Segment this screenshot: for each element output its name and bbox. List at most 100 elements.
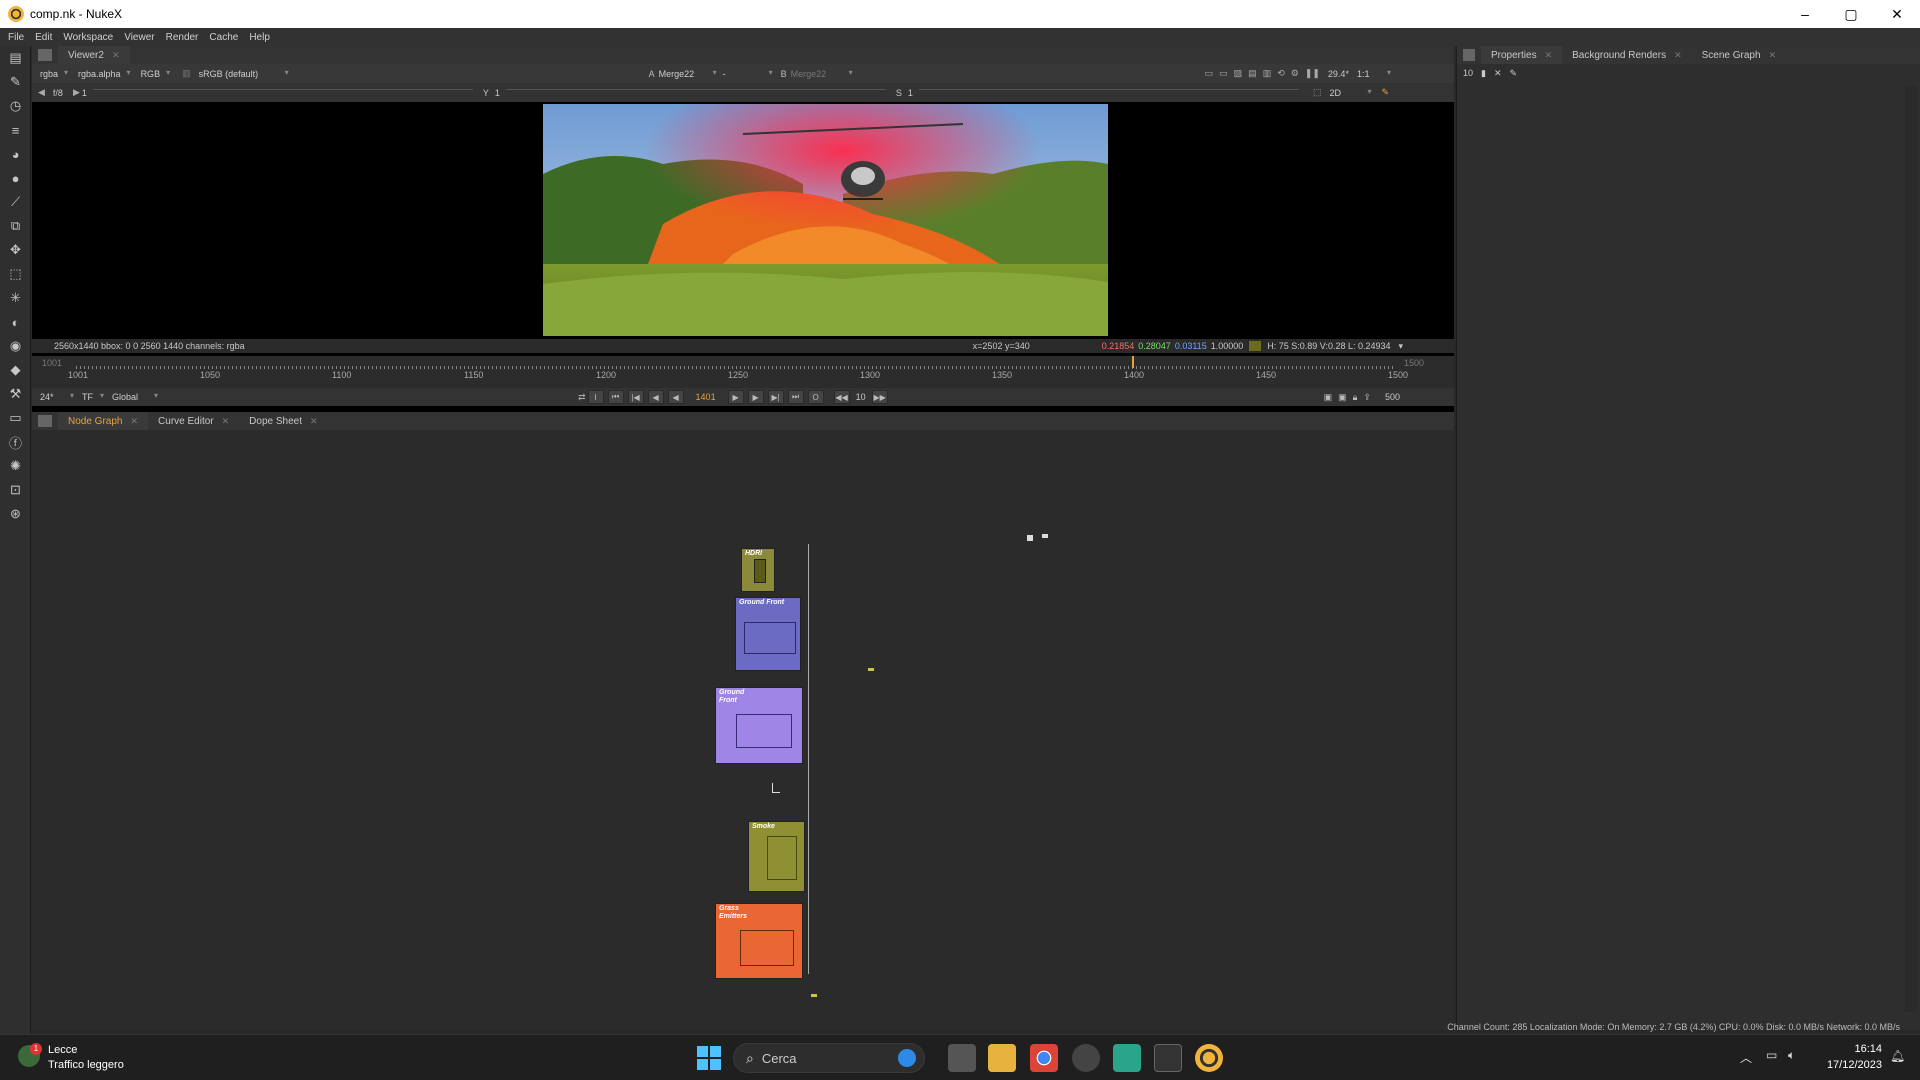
gizmos-icon[interactable]: ⊛ xyxy=(0,502,31,526)
properties-scrollbar[interactable] xyxy=(1905,86,1917,1012)
lock-icon[interactable]: ▮ xyxy=(1481,68,1486,79)
bing-icon[interactable] xyxy=(898,1049,916,1067)
ocula-nodes-icon[interactable]: ✺ xyxy=(0,454,31,478)
clear-panels-icon[interactable]: ✕ xyxy=(1494,68,1502,79)
dot-node[interactable] xyxy=(772,783,780,793)
weather-status[interactable]: Traffico leggero xyxy=(48,1059,124,1071)
current-frame-field[interactable]: 1401 xyxy=(696,392,716,402)
flipbook-icon[interactable]: ▣ xyxy=(1324,392,1333,403)
frame-arrow-icon[interactable]: ▶ xyxy=(73,87,80,98)
m-app-icon[interactable] xyxy=(1113,1044,1141,1072)
play-forward-button[interactable]: ▶ xyxy=(727,390,744,404)
network-icon[interactable]: ▭ xyxy=(1766,1048,1777,1062)
info-menu-icon[interactable]: ▾ xyxy=(1399,341,1404,352)
tab-node-graph[interactable]: Node Graph ✕ xyxy=(58,412,149,430)
tf-dropdown[interactable]: TF xyxy=(82,391,104,402)
node-grass-emitters[interactable]: Grass Emitters xyxy=(715,903,803,979)
compare-mode-dropdown[interactable]: - xyxy=(723,68,773,79)
tab-curve-editor[interactable]: Curve Editor ✕ xyxy=(148,412,239,430)
view-mode-dropdown[interactable]: 2D xyxy=(1329,87,1371,98)
draw-nodes-icon[interactable]: ✎ xyxy=(0,70,31,94)
lut-icon[interactable]: ▥ xyxy=(182,68,191,79)
next-key-button[interactable]: ▶| xyxy=(767,390,784,404)
lock-icon[interactable]: 🔒︎ xyxy=(1353,392,1358,403)
windows-start-icon[interactable] xyxy=(697,1046,721,1070)
export-icon[interactable]: ⇪ xyxy=(1363,392,1371,403)
saturation-slider[interactable] xyxy=(918,88,1299,97)
gamma-field[interactable]: 1 xyxy=(495,88,500,98)
menu-viewer[interactable]: Viewer xyxy=(124,32,154,43)
playhead[interactable] xyxy=(1132,356,1134,368)
input-b-dropdown[interactable]: Merge22 xyxy=(791,68,853,79)
menu-edit[interactable]: Edit xyxy=(35,32,52,43)
cache-icon[interactable]: ▣ xyxy=(1338,392,1347,403)
furnace-nodes-icon[interactable]: ⓕ xyxy=(0,430,31,454)
fps-dropdown[interactable]: 24* xyxy=(40,391,74,402)
overlay-icon[interactable]: ▨ xyxy=(1234,68,1243,79)
filter-nodes-icon[interactable]: ● xyxy=(0,166,31,190)
nuke-taskbar-icon[interactable] xyxy=(1195,1044,1223,1072)
clock-time[interactable]: 16:14 xyxy=(1838,1043,1882,1055)
timeline[interactable]: 1001 1500 1001 1050 1100 1150 1200 1250 … xyxy=(32,356,1454,388)
tab-properties[interactable]: Properties ✕ xyxy=(1481,46,1563,64)
refresh-icon[interactable]: ⟲ xyxy=(1277,68,1285,79)
dot-node[interactable] xyxy=(811,994,817,997)
deep-nodes-icon[interactable]: ◐ xyxy=(0,310,31,334)
views-nodes-icon[interactable]: ◉ xyxy=(0,334,31,358)
other-nodes-icon[interactable]: ▭ xyxy=(0,406,31,430)
close-tab-icon[interactable]: ✕ xyxy=(310,416,318,426)
alpha-dropdown[interactable]: rgba.alpha xyxy=(78,68,131,79)
channel-nodes-icon[interactable]: ≡ xyxy=(0,118,31,142)
metadata-nodes-icon[interactable]: ◆ xyxy=(0,358,31,382)
gain-field[interactable]: 1 xyxy=(82,88,87,98)
time-nodes-icon[interactable]: ◷ xyxy=(0,94,31,118)
close-tab-icon[interactable]: ✕ xyxy=(1769,50,1777,60)
channels-dropdown[interactable]: rgba xyxy=(40,68,68,79)
gain-slider[interactable] xyxy=(92,88,473,97)
fstop-value[interactable]: f/8 xyxy=(53,88,63,98)
tab-background-renders[interactable]: Background Renders ✕ xyxy=(1562,46,1692,64)
close-tab-icon[interactable]: ✕ xyxy=(112,50,120,60)
prev-increment-button[interactable]: ◀ xyxy=(647,390,664,404)
task-view-icon[interactable] xyxy=(948,1044,976,1072)
clipping-icon[interactable]: ▤ xyxy=(1248,68,1257,79)
paint-brush-icon[interactable]: ✎ xyxy=(1381,87,1389,98)
gain-arrows-icon[interactable]: ◀ xyxy=(38,87,45,98)
viewer-image[interactable] xyxy=(543,104,1108,336)
node-ground-front-2[interactable]: Ground Front xyxy=(715,687,803,764)
taskbar-search[interactable]: ⌕ Cerca xyxy=(733,1043,925,1073)
close-tab-icon[interactable]: ✕ xyxy=(130,416,138,426)
close-tab-icon[interactable]: ✕ xyxy=(1545,50,1553,60)
saturation-field[interactable]: 1 xyxy=(908,88,913,98)
color-nodes-icon[interactable]: ◕ xyxy=(0,142,31,166)
gpu-icon[interactable]: ⚙ xyxy=(1291,68,1299,79)
transform-nodes-icon[interactable]: ✥ xyxy=(0,238,31,262)
terminal-icon[interactable] xyxy=(1154,1044,1182,1072)
menu-file[interactable]: File xyxy=(8,32,24,43)
pane-menu-icon[interactable] xyxy=(38,49,52,61)
range-mode-dropdown[interactable]: Global xyxy=(112,391,158,402)
keyer-nodes-icon[interactable]: ⟋ xyxy=(0,190,31,214)
menu-workspace[interactable]: Workspace xyxy=(63,32,113,43)
go-to-start-button[interactable]: ⏮ xyxy=(607,390,624,404)
node-ground-front-1[interactable]: Ground Front xyxy=(735,597,801,671)
3d-nodes-icon[interactable]: ⬚ xyxy=(0,262,31,286)
pause-icon[interactable]: ❚❚ xyxy=(1305,68,1320,79)
tray-chevron-icon[interactable]: ︿ xyxy=(1740,1049,1752,1066)
prev-key-button[interactable]: |◀ xyxy=(627,390,644,404)
proxy-icon[interactable]: ▭ xyxy=(1219,68,1228,79)
dot-node[interactable] xyxy=(1027,535,1033,541)
step-back-button[interactable]: ◀◀ xyxy=(833,390,850,404)
pane-menu-icon[interactable] xyxy=(38,415,52,427)
out-point-button[interactable]: O xyxy=(807,390,824,404)
notifications-icon[interactable]: 🔔︎ xyxy=(1890,1049,1905,1063)
tab-scene-graph[interactable]: Scene Graph ✕ xyxy=(1692,46,1786,64)
in-point-button[interactable]: I xyxy=(587,390,604,404)
image-nodes-icon[interactable]: ▤ xyxy=(0,46,31,70)
close-tab-icon[interactable]: ✕ xyxy=(222,416,230,426)
volume-icon[interactable]: 🔈︎ xyxy=(1788,1048,1795,1063)
close-tab-icon[interactable]: ✕ xyxy=(1674,50,1682,60)
weather-city[interactable]: Lecce xyxy=(48,1044,77,1056)
zoom-dropdown[interactable]: 1:1 xyxy=(1357,68,1391,79)
file-explorer-icon[interactable] xyxy=(988,1044,1016,1072)
